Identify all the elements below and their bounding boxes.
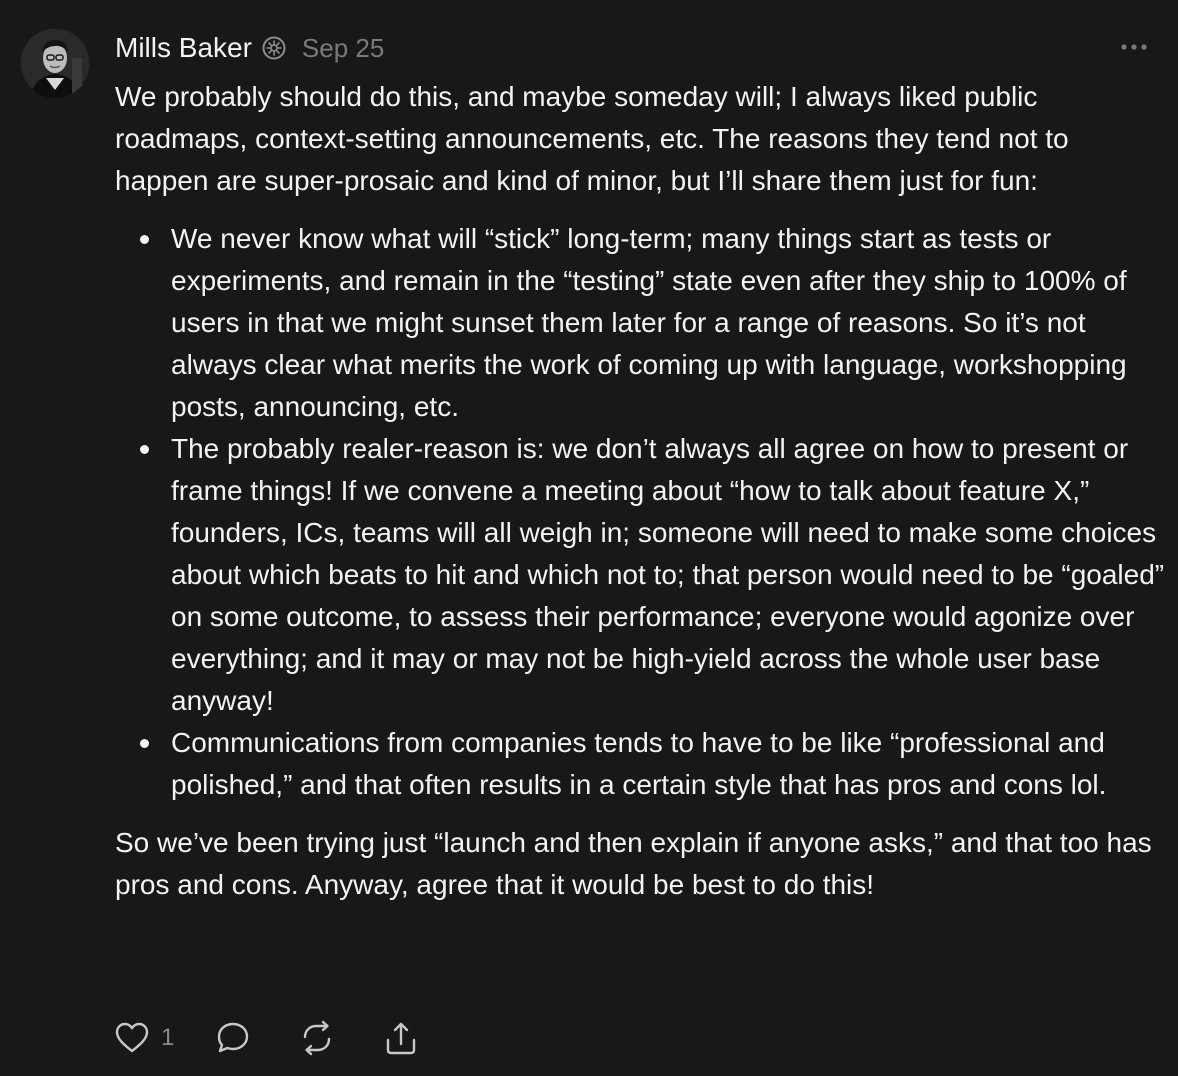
- post-bullet-item: We never know what will “stick” long-ter…: [140, 218, 1165, 428]
- more-options-button[interactable]: [1118, 36, 1150, 58]
- post-outro: So we’ve been trying just “launch and th…: [115, 827, 1152, 900]
- avatar-photo: [20, 28, 90, 98]
- post-header: Mills Baker Sep 25: [115, 28, 384, 68]
- comment-button[interactable]: [214, 1019, 252, 1057]
- author-name[interactable]: Mills Baker: [115, 28, 252, 68]
- post-body: We probably should do this, and maybe so…: [115, 76, 1165, 906]
- heart-icon: [115, 1022, 149, 1053]
- share-icon: [387, 1022, 416, 1055]
- author-avatar[interactable]: [20, 28, 90, 98]
- post-date[interactable]: Sep 25: [302, 28, 384, 68]
- repost-icon: [304, 1020, 331, 1056]
- comment-bubble-icon: [218, 1022, 249, 1053]
- share-button[interactable]: [382, 1019, 420, 1057]
- post-actions: 1: [113, 1014, 420, 1062]
- post-bullet-list: We never know what will “stick” long-ter…: [115, 218, 1165, 806]
- like-button[interactable]: 1: [113, 1019, 174, 1057]
- repost-button[interactable]: [298, 1019, 336, 1057]
- post-bullet-item: The probably realer-reason is: we don’t …: [140, 428, 1165, 722]
- verified-badge-icon: [262, 36, 286, 60]
- more-options-icon: [1121, 44, 1147, 50]
- post-intro: We probably should do this, and maybe so…: [115, 81, 1069, 196]
- like-count: 1: [161, 1024, 175, 1051]
- post-bullet-item: Communications from companies tends to h…: [140, 722, 1165, 806]
